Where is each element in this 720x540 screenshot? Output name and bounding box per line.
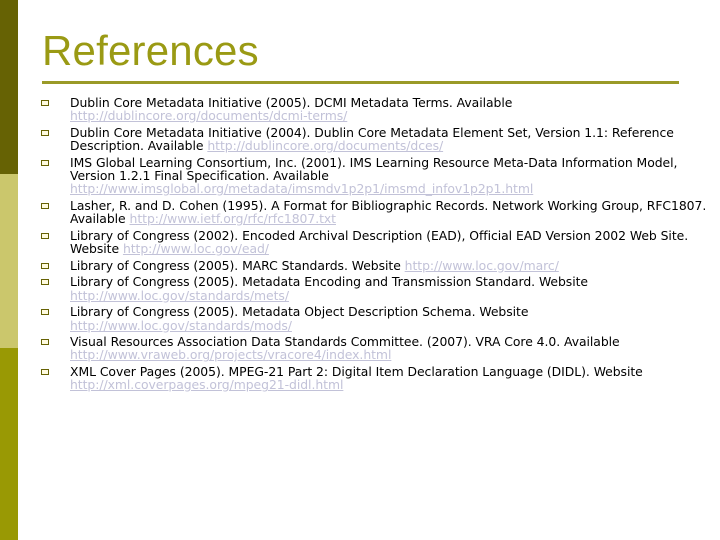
reference-text: IMS Global Learning Consortium, Inc. (20… [70, 154, 678, 184]
reference-item: Library of Congress (2005). MARC Standar… [40, 259, 710, 272]
reference-item: Lasher, R. and D. Cohen (1995). A Format… [40, 199, 710, 225]
reference-item: Library of Congress (2005). Metadata Obj… [40, 305, 710, 333]
hollow-square-bullet-icon [41, 279, 49, 286]
hollow-square-bullet-icon [41, 369, 49, 376]
hollow-square-bullet-icon [41, 100, 49, 106]
reference-link[interactable]: http://www.loc.gov/marc/ [405, 258, 559, 273]
reference-link[interactable]: http://www.loc.gov/ead/ [123, 241, 269, 256]
reference-link[interactable]: http://xml.coverpages.org/mpeg21-didl.ht… [70, 377, 343, 392]
hollow-square-bullet-icon [41, 309, 49, 316]
hollow-square-bullet-icon [41, 129, 49, 136]
reference-link[interactable]: http://dublincore.org/documents/dcmi-ter… [70, 108, 347, 123]
reference-item: IMS Global Learning Consortium, Inc. (20… [40, 156, 710, 196]
hollow-square-bullet-icon [41, 232, 49, 239]
hollow-square-bullet-icon [41, 159, 49, 166]
sidebar-segment-middle [0, 174, 18, 348]
hollow-square-bullet-icon [41, 262, 49, 269]
reference-link[interactable]: http://www.loc.gov/standards/mets/ [70, 288, 289, 303]
reference-link[interactable]: http://www.imsglobal.org/metadata/imsmdv… [70, 181, 533, 196]
reference-link[interactable]: http://www.ietf.org/rfc/rfc1807.txt [130, 211, 337, 226]
reference-link[interactable]: http://dublincore.org/documents/dces/ [207, 138, 443, 153]
reference-item: Dublin Core Metadata Initiative (2004). … [40, 126, 710, 152]
hollow-square-bullet-icon [41, 339, 49, 346]
reference-list: Dublin Core Metadata Initiative (2005). … [40, 96, 710, 395]
sidebar-segment-top [0, 0, 18, 174]
title-divider [42, 81, 679, 84]
reference-item: Dublin Core Metadata Initiative (2005). … [40, 96, 710, 122]
slide-title: References [42, 27, 259, 74]
reference-link[interactable]: http://www.vraweb.org/projects/vracore4/… [70, 347, 391, 362]
reference-link[interactable]: http://www.loc.gov/standards/mods/ [70, 318, 292, 333]
sidebar-accent-bar [0, 0, 18, 540]
reference-item: XML Cover Pages (2005). MPEG-21 Part 2: … [40, 365, 710, 391]
reference-text: Library of Congress (2005). MARC Standar… [70, 257, 405, 273]
reference-item: Library of Congress (2002). Encoded Arch… [40, 229, 710, 255]
hollow-square-bullet-icon [41, 202, 49, 209]
reference-item: Library of Congress (2005). Metadata Enc… [40, 275, 710, 303]
sidebar-segment-bottom [0, 348, 18, 540]
reference-item: Visual Resources Association Data Standa… [40, 335, 710, 362]
